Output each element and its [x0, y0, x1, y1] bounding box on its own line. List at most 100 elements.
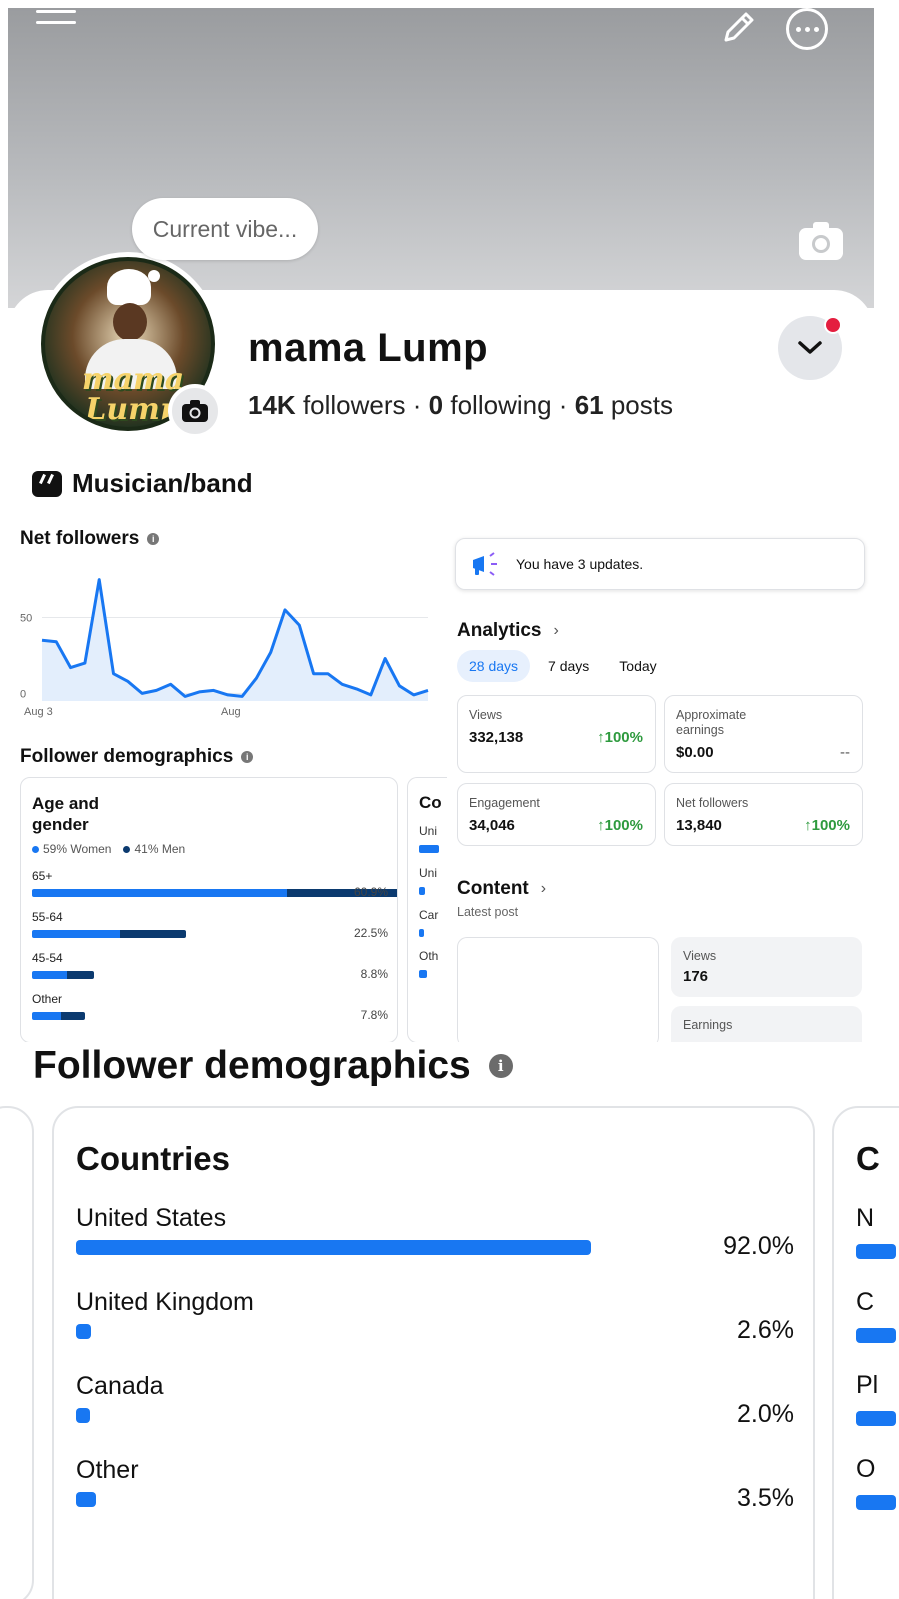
post-views-label: Views [683, 949, 717, 963]
next-card-bar [856, 1411, 896, 1426]
menu-icon[interactable] [36, 10, 76, 30]
next-card-row: Pl [856, 1371, 879, 1399]
countries-card-preview[interactable]: Co Uni Uni Car Oth [407, 777, 447, 1043]
country-bar [76, 1492, 96, 1507]
legend-women-label: 59% Women [43, 842, 112, 856]
follower-demographics-heading-label: Follower demographics [33, 1044, 471, 1087]
posts-label: posts [610, 390, 673, 420]
y-tick-label: 0 [20, 688, 26, 700]
age-row-percent: 8.8% [360, 967, 388, 981]
x-tick-label: Aug 3 [24, 706, 53, 718]
countries-preview-bar [419, 845, 439, 853]
age-row-bar [32, 930, 186, 938]
tab-7-days[interactable]: 7 days [536, 650, 601, 682]
age-row-label: 65+ [32, 869, 53, 883]
age-row: 65+ 60.9% [32, 869, 397, 899]
countries-preview-bar [419, 929, 424, 937]
metric-net-followers[interactable]: Net followers 13,840 ↑100% [664, 783, 863, 846]
followers-count[interactable]: 14K [248, 390, 296, 420]
cover-camera-icon[interactable] [797, 220, 845, 262]
latest-post-thumbnail[interactable] [457, 937, 659, 1047]
followers-label[interactable]: followers [303, 390, 406, 420]
updates-banner[interactable]: You have 3 updates. [455, 538, 865, 590]
country-percent: 2.6% [737, 1316, 794, 1344]
follower-demographics-title: Follower demographics i [20, 746, 254, 768]
info-icon[interactable]: i [147, 533, 160, 545]
metric-label: Engagement [469, 796, 540, 810]
countries-preview-row: Car [419, 908, 439, 922]
content-title: Content [457, 878, 529, 899]
avatar-camera-icon[interactable] [168, 384, 222, 438]
country-bar [76, 1240, 592, 1255]
age-gender-card[interactable]: Age and gender 59% Women 41% Men 65+ 60.9… [20, 777, 398, 1043]
age-bar-men [60, 1012, 85, 1020]
next-card-bar [856, 1495, 896, 1510]
content-subtitle: Latest post [457, 905, 519, 919]
net-followers-chart[interactable]: 0 50 Aug 3 Aug [16, 566, 432, 726]
countries-preview-row: Uni [419, 866, 438, 880]
more-options-icon[interactable] [786, 8, 828, 50]
countries-preview-bar [419, 970, 427, 978]
metric-value: 34,046 [469, 817, 515, 834]
country-row: United Kingdom 2.6% [76, 1288, 794, 1344]
legend-men-label: 41% Men [134, 842, 186, 856]
metric-trend: ↑100% [597, 817, 643, 834]
countries-title: Countries [76, 1140, 231, 1177]
content-header[interactable]: Content › [457, 878, 546, 900]
following-label[interactable]: following [450, 390, 551, 420]
info-icon[interactable]: i [488, 1054, 513, 1078]
metric-value: 332,138 [469, 729, 524, 746]
post-earnings-label: Earnings [683, 1018, 733, 1032]
age-row-label: 45-54 [32, 951, 63, 965]
net-followers-title: Net followers i [20, 528, 160, 550]
tab-today[interactable]: Today [607, 650, 668, 682]
age-row: Other 7.8% [32, 992, 388, 1022]
age-gender-legend: 59% Women 41% Men [32, 842, 185, 856]
countries-preview-row: Oth [419, 949, 439, 963]
analytics-header[interactable]: Analytics › [457, 620, 559, 642]
metric-label: Views [469, 708, 503, 722]
chef-face-shape [113, 303, 147, 341]
vibe-bubble-tail [148, 270, 160, 282]
tab-28-days[interactable]: 28 days [457, 650, 531, 682]
analytics-title: Analytics [457, 620, 542, 641]
following-count[interactable]: 0 [429, 390, 443, 420]
country-row: Other 3.5% [76, 1456, 794, 1512]
next-card-edge[interactable]: C N C Pl O [832, 1106, 899, 1599]
metric-trend: ↑100% [804, 817, 850, 834]
countries-preview-title: Co [419, 793, 442, 812]
metric-engagement[interactable]: Engagement 34,046 ↑100% [457, 783, 656, 846]
edit-icon[interactable] [718, 8, 758, 48]
clapperboard-icon [32, 470, 62, 497]
next-card-row: N [856, 1204, 875, 1232]
metric-views[interactable]: Views 332,138 ↑100% [457, 695, 656, 773]
profile-name: mama Lump [248, 326, 489, 370]
net-followers-label: Net followers [20, 528, 140, 549]
previous-card-edge[interactable]: › › › [0, 1106, 34, 1599]
category-label: Musician/band [72, 468, 253, 498]
countries-card[interactable]: Countries United States 92.0% United Kingd… [52, 1106, 815, 1599]
current-vibe-bubble[interactable]: Current vibe... [132, 198, 318, 260]
age-bar-women [32, 930, 120, 938]
legend-men: 41% Men [123, 842, 185, 856]
metric-approximate-earnings[interactable]: Approximate earnings $0.00 -- [664, 695, 863, 773]
metric-label: Net followers [676, 796, 749, 810]
country-percent: 92.0% [723, 1232, 794, 1260]
next-card-row: C [856, 1288, 875, 1316]
countries-preview-bar [419, 887, 425, 895]
age-row-bar [32, 971, 94, 979]
post-views-value: 176 [683, 968, 709, 985]
country-name: United Kingdom [76, 1288, 254, 1316]
country-percent: 2.0% [737, 1400, 794, 1428]
country-name: Canada [76, 1372, 164, 1400]
megaphone-icon [473, 552, 497, 576]
country-percent: 3.5% [737, 1484, 794, 1512]
age-row: 45-54 8.8% [32, 951, 388, 981]
analytics-tabs: 28 days 7 days Today [457, 650, 669, 682]
country-row: United States 92.0% [76, 1204, 794, 1260]
posts-count: 61 [574, 390, 604, 420]
countries-preview-row: Uni [419, 824, 438, 838]
info-icon[interactable]: i [241, 751, 254, 763]
age-bar-women [32, 1012, 61, 1020]
metric-value: $0.00 [676, 744, 714, 761]
